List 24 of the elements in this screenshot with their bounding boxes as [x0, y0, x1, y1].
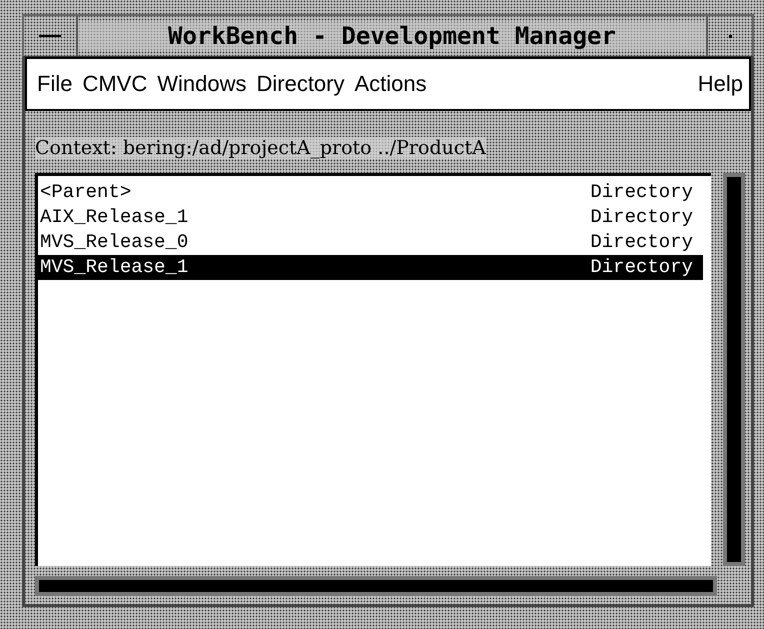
item-name: AIX_Release_1 — [40, 205, 188, 230]
horizontal-scrollbar[interactable] — [35, 576, 717, 596]
item-type: Directory — [590, 205, 693, 230]
vertical-scrollbar[interactable] — [723, 173, 745, 566]
menu-item[interactable]: CMVC — [82, 71, 148, 97]
item-type: Directory — [590, 230, 693, 255]
list-item[interactable]: AIX_Release_1 Directory — [38, 205, 703, 230]
item-name: MVS_Release_0 — [40, 230, 188, 255]
item-type: Directory — [590, 180, 693, 205]
list-item[interactable]: MVS_Release_0 Directory — [38, 230, 703, 255]
menu-item[interactable]: Directory — [256, 71, 344, 97]
item-name: <Parent> — [40, 180, 132, 205]
menu-item[interactable]: File — [37, 71, 72, 97]
list-item[interactable]: MVS_Release_1 Directory — [38, 255, 703, 280]
item-type: Directory — [590, 255, 693, 280]
context-path: Context: bering:/ad/projectA_proto ../ProductA — [35, 137, 486, 159]
window-title: WorkBench - Development Manager — [78, 22, 706, 50]
menu-item[interactable]: Windows — [157, 71, 246, 97]
menu-item[interactable]: Actions — [354, 71, 427, 97]
menu-icon — [39, 34, 61, 38]
item-name: MVS_Release_1 — [40, 255, 188, 280]
list-item[interactable]: <Parent> Directory — [38, 180, 703, 205]
menu-item[interactable]: Help — [698, 71, 743, 97]
minimize-icon — [728, 34, 732, 38]
